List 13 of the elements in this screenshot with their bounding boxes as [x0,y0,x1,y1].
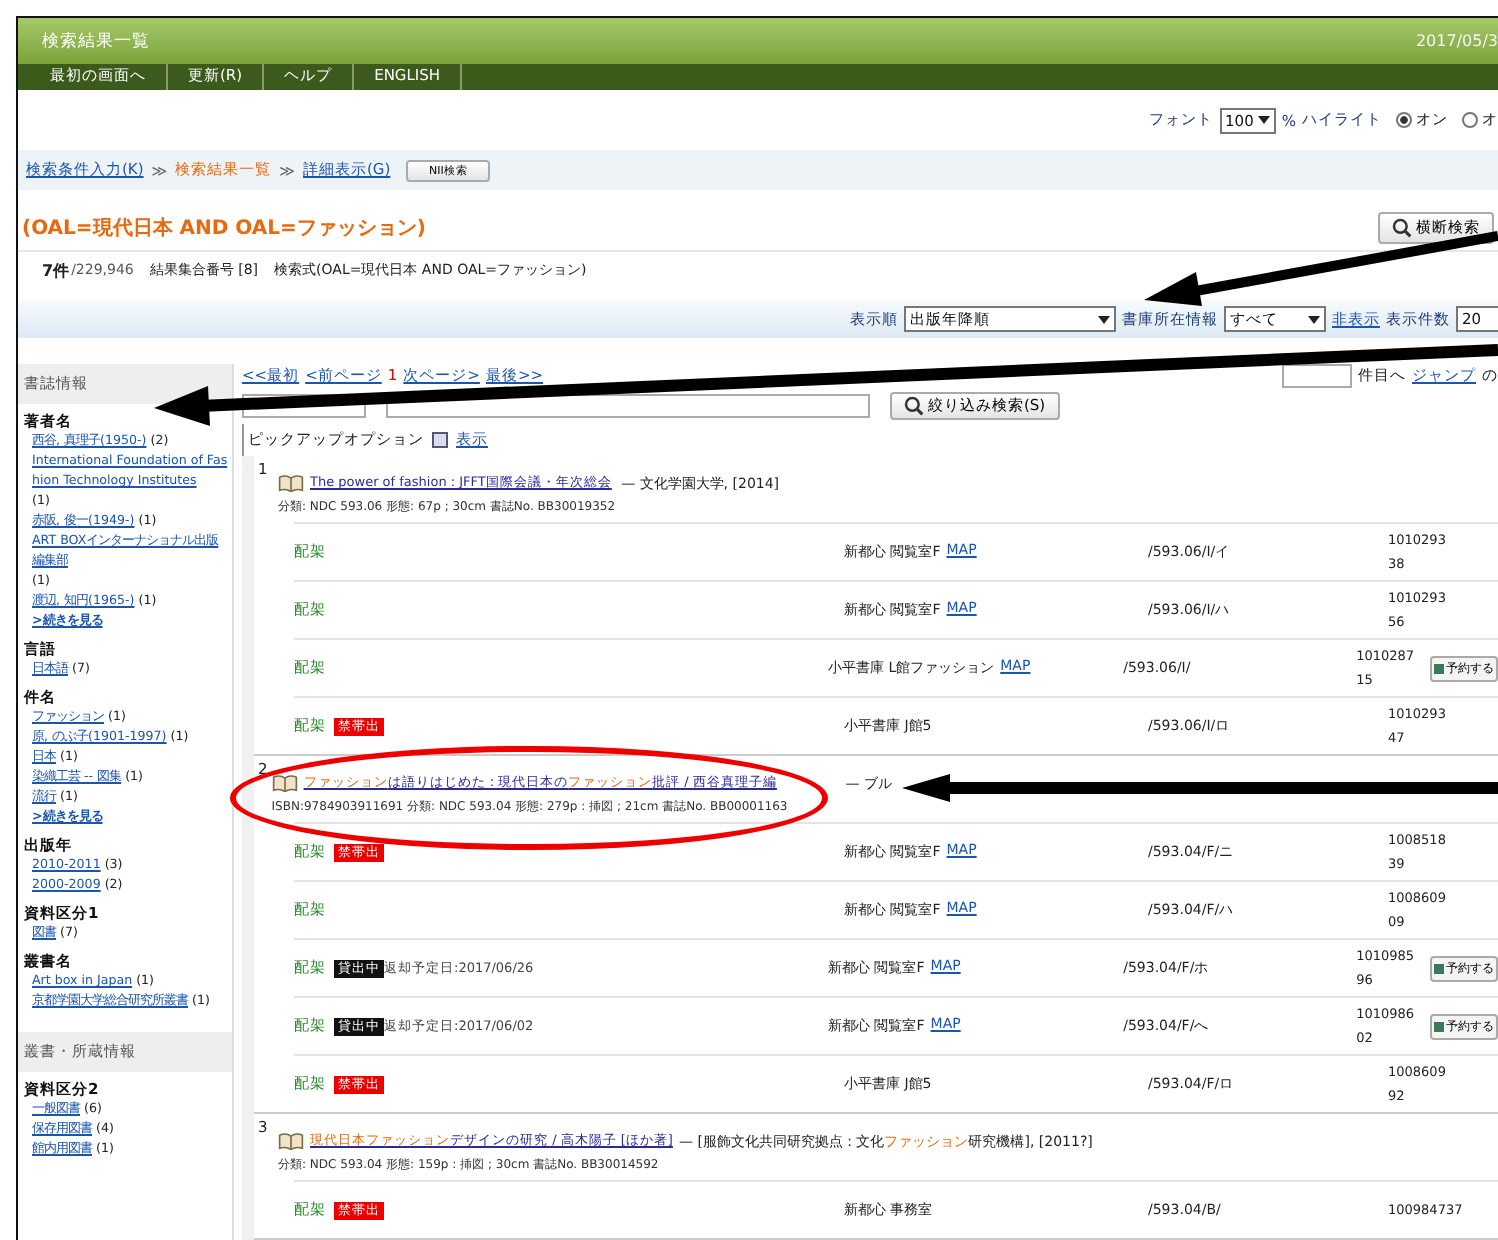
date-text: 2017/05/3 [1415,32,1498,50]
book-icon [278,474,304,492]
search-icon [904,396,924,416]
radio-button[interactable] [1462,112,1478,128]
window-title: 検索結果一覧 [42,29,150,53]
query-title: (OAL=現代日本 AND OAL=ファッション) [20,215,426,242]
search-icon [1392,218,1412,238]
jump-input-field[interactable] [1282,364,1352,388]
expand-icon[interactable] [432,432,448,448]
book-icon [278,1132,304,1150]
book-icon [271,774,298,792]
radio-button[interactable] [1396,112,1412,128]
result-count: 7件 [42,259,70,281]
